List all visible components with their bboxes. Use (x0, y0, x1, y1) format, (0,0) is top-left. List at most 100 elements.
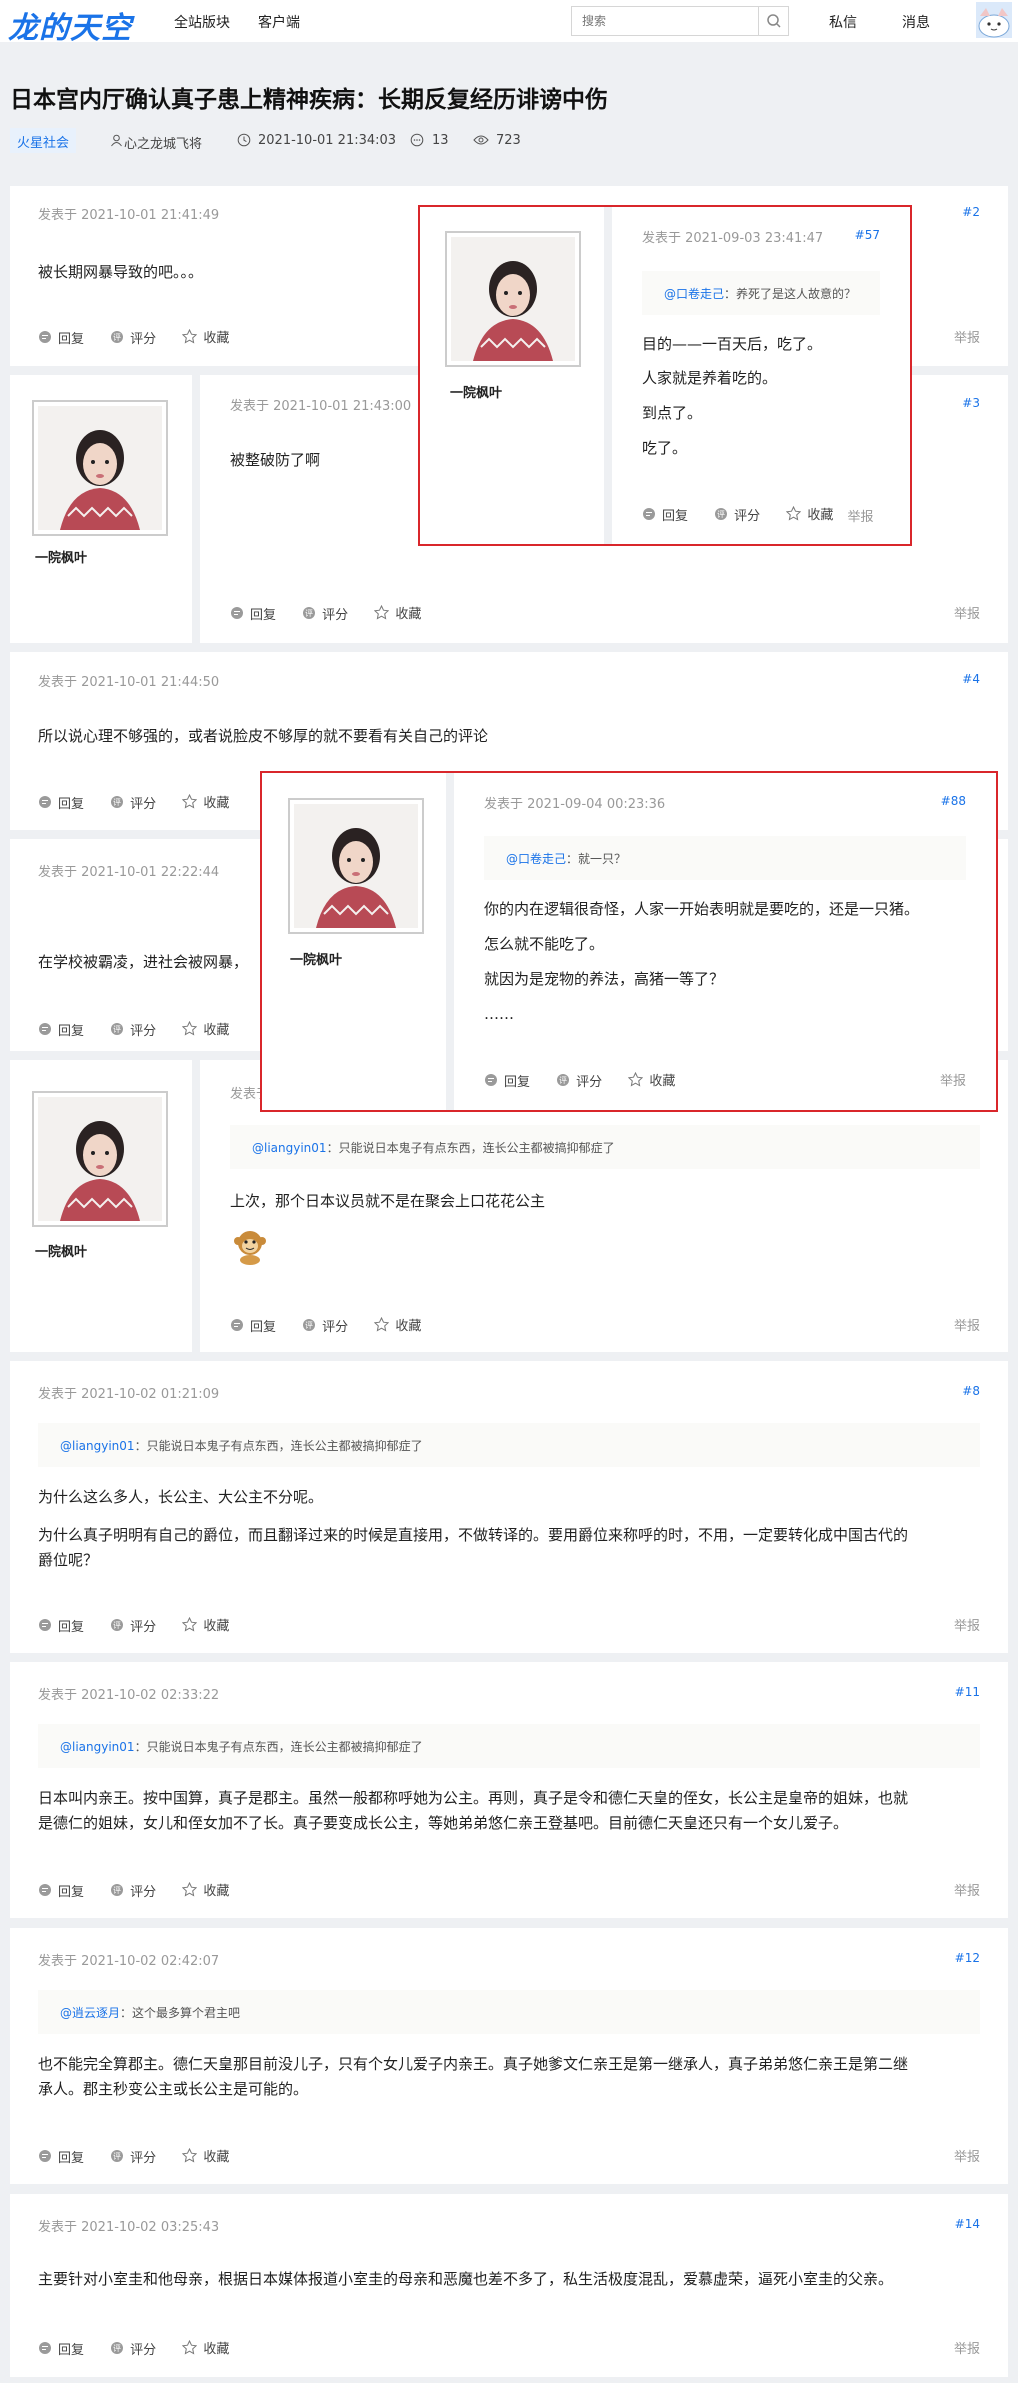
post-floor-link[interactable]: #12 (955, 1951, 980, 1965)
post-floor-link[interactable]: #4 (962, 672, 980, 686)
svg-text:评: 评 (305, 1321, 313, 1330)
reply-button[interactable]: 回复 (38, 2339, 84, 2358)
rate-button[interactable]: 评评分 (110, 1881, 156, 1900)
post-floor-link[interactable]: #57 (855, 228, 880, 242)
nav-all-boards[interactable]: 全站版块 (174, 12, 230, 32)
favorite-button[interactable]: 收藏 (182, 792, 229, 811)
user-avatar[interactable] (976, 2, 1012, 38)
quote-user-link[interactable]: @口卷走己 (664, 287, 724, 301)
user-avatar-image[interactable] (445, 231, 581, 367)
post-floor-link[interactable]: #3 (962, 396, 980, 410)
user-avatar-image[interactable] (32, 400, 168, 536)
post-floor-link[interactable]: #14 (955, 2217, 980, 2231)
rate-button[interactable]: 评评分 (110, 328, 156, 347)
rate-icon: 评 (111, 1884, 124, 1896)
search-button[interactable] (758, 7, 788, 35)
nav-private-message[interactable]: 私信 (829, 12, 857, 32)
quote-user-link[interactable]: @逍云逐月 (60, 2006, 120, 2020)
rate-icon: 评 (111, 1619, 124, 1631)
post-actions: 回复 评评分 收藏 举报 (642, 504, 873, 525)
site-logo[interactable]: 龙的天空 (8, 3, 132, 47)
username[interactable]: 一院枫叶 (35, 1241, 87, 1260)
comment-icon (410, 133, 424, 147)
post-content-line: 你的内在逻辑很奇怪，人家一开始表明就是要吃的，还是一只猪。 (484, 900, 920, 918)
rate-button[interactable]: 评评分 (110, 1020, 156, 1039)
report-button[interactable]: 举报 (954, 1880, 980, 1899)
star-icon (374, 1317, 390, 1332)
post-floor-link[interactable]: #88 (941, 794, 966, 808)
quote-user-link[interactable]: @liangyin01 (60, 1740, 135, 1754)
rate-button[interactable]: 评评分 (714, 505, 760, 524)
report-button[interactable]: 举报 (847, 510, 873, 525)
rate-icon: 评 (303, 1319, 316, 1331)
board-tag[interactable]: 火星社会 (10, 128, 77, 153)
reply-icon (39, 2150, 51, 2162)
monkey-emoji-icon (234, 1231, 266, 1265)
reply-button[interactable]: 回复 (38, 793, 84, 812)
quote-user-link[interactable]: @liangyin01 (60, 1439, 135, 1453)
quote-user-link[interactable]: @口卷走己 (506, 852, 566, 866)
quoted-post-popup: 一院枫叶 发表于 2021-09-04 00:23:36 #88 @口卷走己：就… (260, 771, 998, 1112)
favorite-button[interactable]: 收藏 (182, 1019, 229, 1038)
reply-button[interactable]: 回复 (230, 604, 276, 623)
svg-text:评: 评 (113, 798, 121, 807)
rate-button[interactable]: 评评分 (110, 1616, 156, 1635)
quote-user-link[interactable]: @liangyin01 (252, 1141, 327, 1155)
username[interactable]: 一院枫叶 (35, 547, 87, 566)
post-date: 发表于 2021-10-02 02:42:07 (38, 1954, 220, 1969)
reply-button[interactable]: 回复 (484, 1071, 530, 1090)
clock-icon (237, 133, 251, 147)
nav-notifications[interactable]: 消息 (902, 12, 930, 32)
favorite-button[interactable]: 收藏 (374, 603, 421, 622)
search-input[interactable] (572, 7, 758, 35)
reply-button[interactable]: 回复 (38, 1020, 84, 1039)
username[interactable]: 一院枫叶 (290, 949, 342, 968)
reply-button[interactable]: 回复 (38, 2147, 84, 2166)
top-header: 龙的天空 全站版块 客户端 私信 消息 (0, 0, 1018, 46)
user-avatar-image[interactable] (288, 798, 424, 934)
favorite-button[interactable]: 收藏 (182, 1880, 229, 1899)
thread-author[interactable]: 心之龙城飞将 (124, 133, 202, 152)
reply-button[interactable]: 回复 (38, 1616, 84, 1635)
quote-block: @逍云逐月：这个最多算个君主吧 (38, 1990, 980, 2034)
reply-button[interactable]: 回复 (38, 1881, 84, 1900)
quote-block: @口卷走己：就一只？ (484, 836, 966, 880)
report-button[interactable]: 举报 (954, 327, 980, 346)
report-button[interactable]: 举报 (954, 2338, 980, 2357)
post-11: 发表于 2021-10-02 02:33:22 #11 @liangyin01：… (10, 1662, 1008, 1918)
quote-block: @liangyin01：只能说日本鬼子有点东西，连长公主都被搞抑郁症了 (38, 1724, 980, 1768)
favorite-button[interactable]: 收藏 (182, 2146, 229, 2165)
rate-button[interactable]: 评评分 (302, 1316, 348, 1335)
post-date: 发表于 2021-09-04 00:23:36 (484, 797, 666, 812)
post-floor-link[interactable]: #11 (955, 1685, 980, 1699)
post-date: 发表于 2021-10-01 21:41:49 (38, 208, 220, 223)
post-content-line: 目的——一百天后，吃了。 (642, 335, 823, 353)
reply-button[interactable]: 回复 (642, 505, 688, 524)
post-content: 主要针对小室圭和他母亲，根据日本媒体报道小室圭的母亲和恶魔也差不多了，私生活极度… (38, 2270, 894, 2288)
username[interactable]: 一院枫叶 (450, 382, 502, 401)
favorite-button[interactable]: 收藏 (786, 504, 833, 523)
favorite-button[interactable]: 收藏 (374, 1315, 421, 1334)
rate-button[interactable]: 评评分 (110, 793, 156, 812)
report-button[interactable]: 举报 (954, 1615, 980, 1634)
report-button[interactable]: 举报 (954, 2146, 980, 2165)
post-floor-link[interactable]: #8 (962, 1384, 980, 1398)
favorite-button[interactable]: 收藏 (182, 1615, 229, 1634)
rate-button[interactable]: 评评分 (302, 604, 348, 623)
rate-button[interactable]: 评评分 (556, 1071, 602, 1090)
rate-icon: 评 (557, 1074, 570, 1086)
reply-button[interactable]: 回复 (230, 1316, 276, 1335)
nav-client[interactable]: 客户端 (258, 12, 300, 32)
favorite-button[interactable]: 收藏 (628, 1070, 675, 1089)
rate-button[interactable]: 评评分 (110, 2339, 156, 2358)
reply-button[interactable]: 回复 (38, 328, 84, 347)
user-avatar-image[interactable] (32, 1091, 168, 1227)
favorite-button[interactable]: 收藏 (182, 327, 229, 346)
user-panel: 一院枫叶 (10, 1060, 192, 1352)
report-button[interactable]: 举报 (954, 603, 980, 622)
report-button[interactable]: 举报 (954, 1315, 980, 1334)
rate-button[interactable]: 评评分 (110, 2147, 156, 2166)
favorite-button[interactable]: 收藏 (182, 2338, 229, 2357)
post-floor-link[interactable]: #2 (962, 205, 980, 219)
report-button[interactable]: 举报 (940, 1070, 966, 1089)
